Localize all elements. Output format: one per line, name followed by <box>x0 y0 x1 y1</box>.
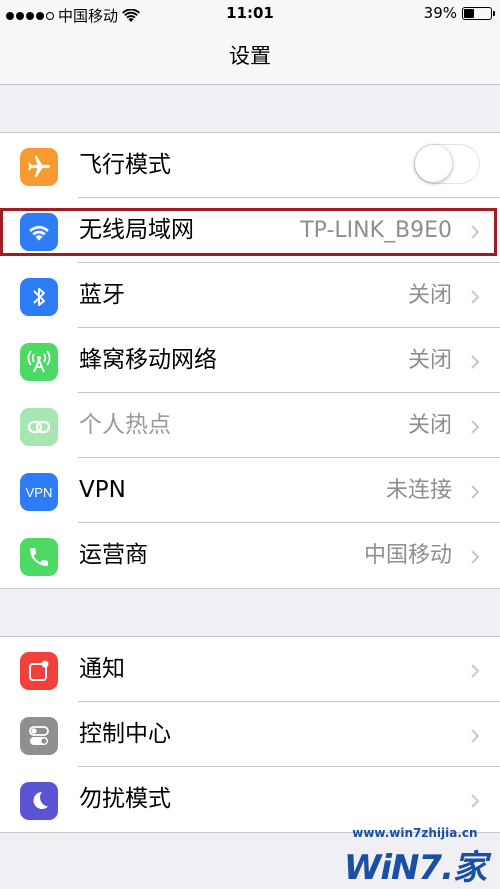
settings-row-label: 勿扰模式 <box>79 786 171 812</box>
settings-row-value: 中国移动 <box>363 543 452 568</box>
battery-icon <box>462 6 495 20</box>
watermark-url: www.win7zhijia.cn <box>352 826 478 840</box>
settings-row-value: 未连接 <box>385 478 452 503</box>
settings-row-carrier[interactable]: 运营商 中国移动 <box>0 523 500 588</box>
settings-row-value: 关闭 <box>407 348 452 373</box>
page-title: 设置 <box>229 44 271 68</box>
chevron-right-icon <box>470 549 480 564</box>
airplane-icon <box>20 148 58 186</box>
hotspot-icon <box>20 408 58 446</box>
phone-icon <box>20 538 58 576</box>
settings-row-notifications[interactable]: 通知 <box>0 637 500 702</box>
settings-group-system: 通知控制中心勿扰模式 <box>0 636 500 833</box>
chevron-right-icon <box>470 484 480 499</box>
vpn-icon: VPN <box>20 473 58 511</box>
settings-row-label: 蜂窝移动网络 <box>79 347 217 373</box>
settings-row-label: 运营商 <box>79 542 148 568</box>
watermark: www.win7zhijia.cn WiN7.家 <box>343 826 487 889</box>
status-right: 39% <box>423 4 495 22</box>
chevron-right-icon <box>470 793 480 808</box>
notifications-icon <box>20 652 58 690</box>
settings-row-hotspot[interactable]: 个人热点 关闭 <box>0 393 500 458</box>
chevron-right-icon <box>470 354 480 369</box>
moon-icon <box>20 782 58 820</box>
chevron-right-icon <box>470 289 480 304</box>
watermark-logo: WiN7.家 <box>343 848 487 888</box>
settings-row-airplane[interactable]: 飞行模式 <box>0 133 500 198</box>
settings-row-value: 关闭 <box>407 283 452 308</box>
nav-bar: 设置 <box>0 28 500 85</box>
settings-row-label: 控制中心 <box>79 721 171 747</box>
settings-row-label: 通知 <box>79 656 125 682</box>
status-bar: 中国移动 11:01 39% <box>0 0 500 28</box>
chevron-right-icon <box>470 419 480 434</box>
toggle-knob <box>415 145 452 182</box>
settings-group-connectivity: 飞行模式 无线局域网 TP-LINK_B9E0 蓝牙 关闭 蜂窝移动网络 关闭 个人热点 关闭 V… <box>0 132 500 589</box>
settings-row-cellular[interactable]: 蜂窝移动网络 关闭 <box>0 328 500 393</box>
settings-row-value: TP-LINK_B9E0 <box>300 218 452 243</box>
chevron-right-icon <box>470 224 480 239</box>
settings-row-label: 飞行模式 <box>79 152 171 178</box>
chevron-right-icon <box>470 663 480 678</box>
settings-row-label: 无线局域网 <box>79 217 194 243</box>
chevron-right-icon <box>470 728 480 743</box>
settings-row-dnd[interactable]: 勿扰模式 <box>0 767 500 832</box>
airplane-toggle[interactable] <box>414 144 480 184</box>
settings-row-bluetooth[interactable]: 蓝牙 关闭 <box>0 263 500 328</box>
control-center-icon <box>20 717 58 755</box>
wifi-icon <box>20 213 58 251</box>
settings-row-control-center[interactable]: 控制中心 <box>0 702 500 767</box>
settings-row-label: VPN <box>79 477 126 503</box>
bluetooth-icon <box>20 278 58 316</box>
settings-row-vpn[interactable]: VPN VPN 未连接 <box>0 458 500 523</box>
settings-row-label: 个人热点 <box>79 412 171 438</box>
settings-row-label: 蓝牙 <box>79 282 125 308</box>
battery-percent: 39% <box>423 4 457 22</box>
settings-row-wifi[interactable]: 无线局域网 TP-LINK_B9E0 <box>0 198 500 263</box>
cellular-icon <box>20 343 58 381</box>
settings-row-value: 关闭 <box>407 413 452 438</box>
